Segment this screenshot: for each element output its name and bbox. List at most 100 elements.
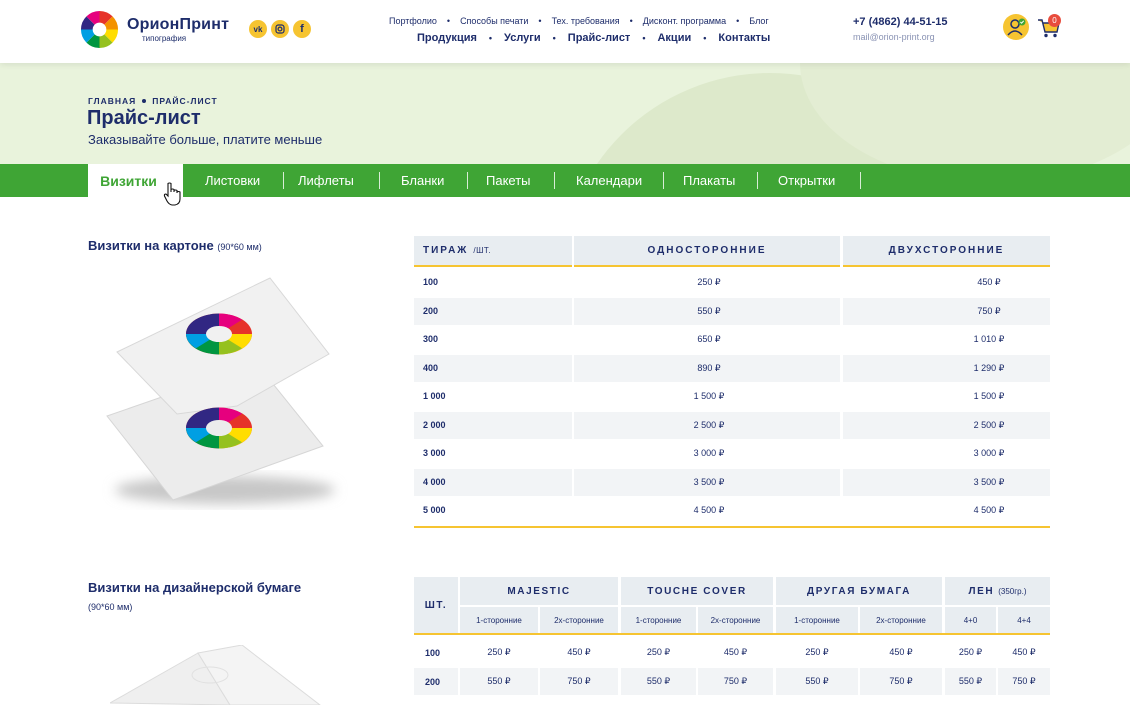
price-cell: 550 ₽ — [460, 668, 538, 695]
user-account-icon[interactable] — [1003, 14, 1029, 40]
price-cell: 250 ₽ — [487, 647, 511, 657]
nav-separator: • — [629, 16, 633, 26]
price-cell: 250 ₽ — [805, 647, 829, 657]
nav-separator: • — [552, 33, 556, 43]
quantity-cell: 1 000 — [423, 391, 446, 401]
price-two-sided-cell: 1 290 ₽ — [973, 362, 1005, 373]
price-two-sided-cell: 3 500 ₽ — [973, 476, 1005, 487]
table-row: 4 000 3 500 ₽ 3 500 ₽ — [414, 468, 1050, 498]
quantity-cell: 100 — [425, 647, 441, 658]
price-one-sided-cell: 650 ₽ — [697, 334, 721, 344]
tab-divider — [283, 172, 284, 189]
secondary-nav: Портфолио • Способы печати • Тех. требов… — [389, 16, 769, 26]
column-header-quantity: ТИРАЖ /ШТ. — [414, 236, 572, 267]
nav-link-blog[interactable]: Блог — [749, 16, 768, 26]
column-header-unit: /ШТ. — [473, 246, 492, 255]
brand-tagline: типография — [142, 34, 187, 43]
designer-card-image — [110, 645, 321, 705]
nav-link-services[interactable]: Услуги — [504, 32, 541, 44]
tab-forms[interactable]: Бланки — [401, 164, 444, 197]
column-subheader: 1-сторонние — [776, 607, 858, 633]
nav-link-contacts[interactable]: Контакты — [718, 32, 770, 44]
table-header-row: ТИРАЖ /ШТ. ОДНОСТОРОННИЕ ДВУХСТОРОННИЕ — [414, 236, 1050, 269]
page-subtitle: Заказывайте больше, платите меньше — [88, 132, 323, 147]
tab-leaflets[interactable]: Лифлеты — [298, 164, 354, 197]
price-two-sided-cell: 2 500 ₽ — [973, 419, 1005, 430]
column-subheader: 4+0 — [945, 607, 996, 633]
tab-calendars[interactable]: Календари — [576, 164, 642, 197]
column-header-one-sided: ОДНОСТОРОННИЕ — [574, 236, 840, 267]
price-two-sided-cell: 3 000 ₽ — [973, 448, 1005, 458]
instagram-icon[interactable] — [271, 20, 289, 38]
nav-link-print-methods[interactable]: Способы печати — [460, 16, 528, 26]
nav-separator: • — [703, 33, 707, 43]
quantity-cell: 200 — [414, 668, 458, 695]
group-header-label: ЛЕН — [968, 585, 995, 597]
tab-postcards[interactable]: Открытки — [778, 164, 835, 197]
table-body: 100 250 ₽ 450 ₽ 200 550 ₽ 750 ₽ 300 650 ₽ 1 010 … — [414, 269, 1050, 526]
quantity-cell: 300 — [423, 334, 439, 344]
price-cell: 450 ₽ — [889, 647, 913, 657]
price-cell: 750 ₽ — [860, 668, 942, 695]
price-cell: 250 ₽ — [646, 647, 671, 657]
breadcrumb-home[interactable]: ГЛАВНАЯ — [88, 96, 136, 106]
quantity-cell: 400 — [423, 362, 439, 373]
quantity-cell: 200 — [423, 305, 439, 316]
nav-link-tech-requirements[interactable]: Тех. требования — [552, 16, 620, 26]
cart-count-badge: 0 — [1048, 14, 1061, 27]
page-hero: ГЛАВНАЯ ПРАЙС-ЛИСТ Прайс-лист Заказывайт… — [0, 63, 1130, 164]
tab-divider — [663, 172, 664, 189]
nav-link-promotions[interactable]: Акции — [657, 32, 691, 44]
tab-divider — [860, 172, 861, 189]
price-cell: 750 ₽ — [998, 668, 1050, 695]
business-card-image — [106, 277, 335, 504]
breadcrumb: ГЛАВНАЯ ПРАЙС-ЛИСТ — [88, 96, 218, 106]
brand-name[interactable]: ОрионПринт — [127, 16, 229, 34]
price-one-sided-cell: 550 ₽ — [697, 305, 721, 316]
nav-link-discount[interactable]: Дисконт. программа — [643, 16, 726, 26]
section-title-cardboard: Визитки на картоне (90*60 мм) — [88, 238, 262, 253]
facebook-icon[interactable]: f — [293, 20, 311, 38]
primary-nav: Продукция • Услуги • Прайс-лист • Акции … — [417, 32, 770, 44]
vk-icon[interactable]: vk — [249, 20, 267, 38]
section-title-designer-paper: Визитки на дизайнерской бумаге — [88, 580, 302, 595]
price-two-sided-cell: 750 ₽ — [977, 305, 1001, 316]
table-row: 300 650 ₽ 1 010 ₽ — [414, 326, 1050, 355]
phone-number[interactable]: +7 (4862) 44-51-15 — [853, 16, 947, 28]
price-one-sided-cell: 250 ₽ — [697, 277, 721, 287]
logo-icon[interactable] — [80, 10, 119, 49]
price-cell: 750 ₽ — [540, 668, 618, 695]
site-header: ОрионПринт типография vk f Портфолио • С… — [0, 0, 1130, 63]
tab-bags[interactable]: Пакеты — [486, 164, 531, 197]
column-subheader: 1-сторонние — [621, 607, 696, 633]
price-one-sided-cell: 1 500 ₽ — [693, 391, 725, 401]
tab-posters[interactable]: Плакаты — [683, 164, 735, 197]
header-bottom-border — [414, 633, 1050, 635]
column-header-two-sided: ДВУХСТОРОННИЕ — [843, 236, 1050, 267]
hand-cursor-icon — [163, 182, 181, 206]
table-row: 1 000 1 500 ₽ 1 500 ₽ — [414, 383, 1050, 412]
nav-link-price-list[interactable]: Прайс-лист — [568, 32, 631, 44]
table-row: 400 890 ₽ 1 290 ₽ — [414, 354, 1050, 384]
tab-divider — [467, 172, 468, 189]
nav-link-portfolio[interactable]: Портфолио — [389, 16, 437, 26]
column-header-quantity: ШТ. — [414, 577, 458, 633]
email-link[interactable]: mail@orion-print.org — [853, 32, 935, 42]
quantity-cell: 3 000 — [423, 448, 446, 458]
price-one-sided-cell: 3 500 ₽ — [693, 476, 725, 487]
column-subheader: 2х-сторонние — [860, 607, 942, 633]
nav-link-products[interactable]: Продукция — [417, 32, 477, 44]
price-one-sided-cell: 890 ₽ — [697, 362, 721, 373]
price-two-sided-cell: 450 ₽ — [977, 277, 1001, 287]
table-row: 2 000 2 500 ₽ 2 500 ₽ — [414, 411, 1050, 441]
section-size: (90*60 мм) — [88, 602, 133, 612]
page-title: Прайс-лист — [87, 107, 201, 129]
price-cell: 550 ₽ — [945, 668, 996, 695]
nav-separator: • — [446, 16, 451, 26]
price-cell: 450 ₽ — [723, 647, 748, 657]
group-header-note: (350гр.) — [998, 586, 1027, 596]
tab-flyers[interactable]: Листовки — [205, 164, 260, 197]
quantity-cell: 4 000 — [423, 476, 446, 487]
column-subheader: 2х-сторонние — [698, 607, 773, 633]
price-cell: 550 ₽ — [776, 668, 858, 695]
